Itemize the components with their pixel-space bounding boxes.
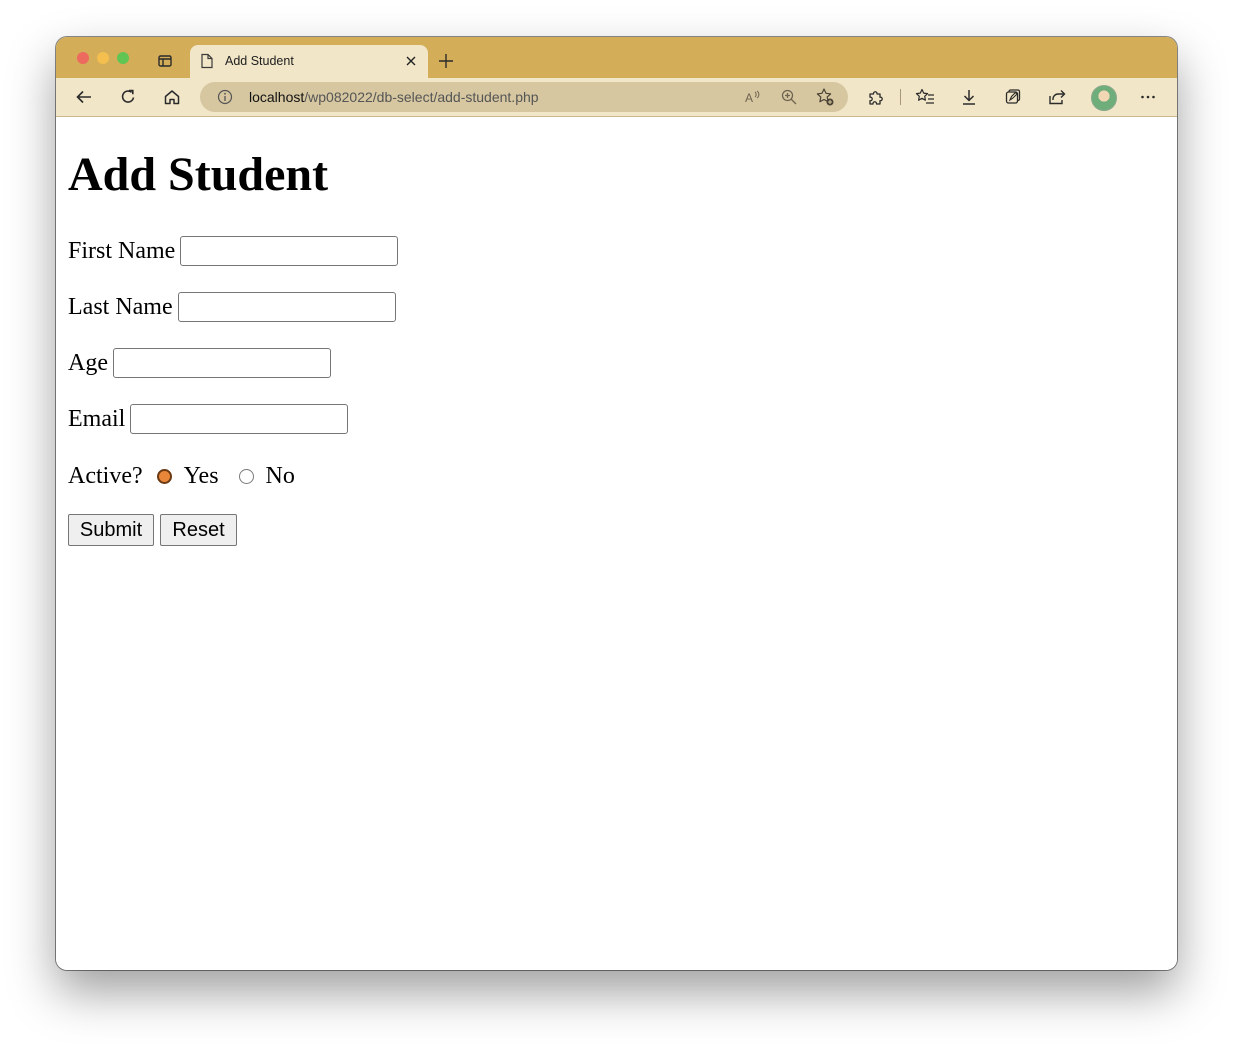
favorites-icon[interactable]	[915, 87, 935, 107]
url-path: /wp082022/db-select/add-student.php	[304, 89, 539, 105]
active-label: Active?	[68, 463, 143, 489]
tab-title: Add Student	[225, 54, 294, 68]
active-row: Active? Yes No	[68, 464, 295, 488]
url-host: localhost	[249, 89, 305, 105]
browser-toolbar: localhost/wp082022/db-select/add-student…	[56, 78, 1177, 117]
submit-button[interactable]: Submit	[68, 514, 154, 546]
tab-actions-icon[interactable]	[155, 51, 175, 71]
email-input[interactable]	[130, 404, 349, 434]
email-label: Email	[68, 406, 126, 432]
refresh-icon[interactable]	[118, 87, 138, 107]
info-icon[interactable]	[217, 89, 233, 110]
collections-icon[interactable]	[1003, 87, 1023, 107]
first-name-label: First Name	[68, 238, 176, 264]
browser-window: Add Student localhost/wp082022/db-select…	[56, 37, 1177, 970]
active-no-radio[interactable]	[238, 468, 254, 484]
email-row: Email	[68, 404, 349, 434]
window-close-button[interactable]	[77, 52, 89, 64]
first-name-input[interactable]	[180, 236, 399, 266]
url-text[interactable]: localhost/wp082022/db-select/add-student…	[249, 89, 539, 105]
active-yes-radio[interactable]	[156, 468, 172, 484]
age-label: Age	[68, 350, 108, 376]
close-icon[interactable]	[404, 54, 418, 68]
download-icon[interactable]	[959, 87, 979, 107]
svg-text:A: A	[745, 91, 753, 105]
last-name-row: Last Name	[68, 292, 396, 322]
reset-button[interactable]: Reset	[160, 514, 237, 546]
window-maximize-button[interactable]	[117, 52, 129, 64]
page-title: Add Student	[68, 148, 329, 201]
age-row: Age	[68, 348, 331, 378]
avatar[interactable]	[1091, 85, 1117, 111]
add-favorite-icon[interactable]	[815, 87, 835, 107]
page-content: Add Student First Name Last Name Age Ema…	[56, 117, 1177, 970]
last-name-label: Last Name	[68, 294, 173, 320]
active-yes-label[interactable]: Yes	[184, 464, 219, 488]
age-input[interactable]	[112, 348, 331, 378]
back-arrow-icon[interactable]	[74, 87, 94, 107]
plus-icon[interactable]	[436, 51, 456, 71]
last-name-input[interactable]	[177, 292, 396, 322]
tab-add-student[interactable]: Add Student	[190, 45, 428, 78]
page-icon	[200, 53, 214, 74]
address-bar[interactable]: localhost/wp082022/db-select/add-student…	[200, 82, 848, 112]
home-icon[interactable]	[162, 87, 182, 107]
more-icon[interactable]	[1138, 87, 1158, 107]
window-minimize-button[interactable]	[97, 52, 109, 64]
first-name-row: First Name	[68, 236, 399, 266]
zoom-icon[interactable]	[779, 87, 799, 107]
title-bar: Add Student	[56, 37, 1177, 78]
extensions-icon[interactable]	[866, 87, 886, 107]
active-no-label[interactable]: No	[266, 464, 295, 488]
toolbar-divider	[900, 89, 901, 105]
share-icon[interactable]	[1047, 87, 1067, 107]
read-aloud-icon[interactable]: A	[743, 87, 763, 107]
